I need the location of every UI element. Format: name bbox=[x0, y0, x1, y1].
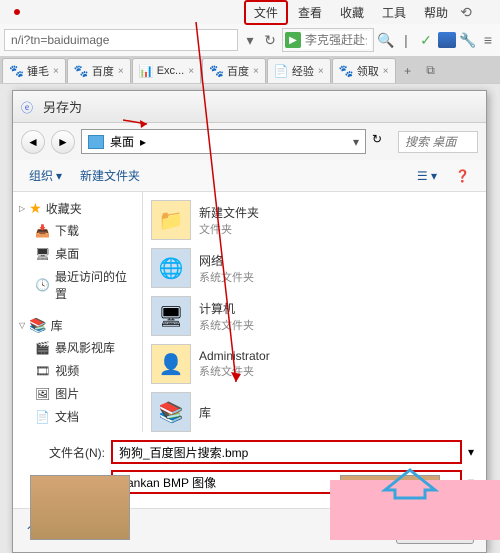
close-icon[interactable]: × bbox=[253, 66, 259, 77]
close-icon[interactable]: × bbox=[118, 66, 124, 77]
desktop-icon: 🖥 bbox=[35, 247, 50, 261]
menu-file[interactable]: 文件 bbox=[244, 0, 288, 25]
picture-icon: 🖼 bbox=[35, 387, 50, 401]
tab-add[interactable]: + bbox=[397, 58, 419, 83]
dropdown-icon[interactable]: ▾ bbox=[242, 32, 258, 48]
dialog-title: 另存为 bbox=[43, 97, 82, 116]
close-icon[interactable]: × bbox=[188, 66, 194, 77]
menu-favorites[interactable]: 收藏 bbox=[332, 2, 372, 23]
recent-icon: 🕓 bbox=[35, 278, 50, 292]
magnify-icon[interactable]: 🔍 bbox=[378, 32, 394, 48]
tab-list[interactable]: ⧉ bbox=[420, 58, 442, 83]
location-dropdown[interactable]: 桌面 ▸ ▾ bbox=[81, 129, 366, 154]
tab-5[interactable]: 🐾领取× bbox=[332, 58, 396, 83]
record-dot bbox=[14, 9, 20, 15]
desktop-item[interactable]: 🖥桌面 bbox=[17, 242, 138, 265]
music-item[interactable]: 🎵音乐 bbox=[17, 428, 138, 432]
thumbnail-1 bbox=[30, 475, 130, 540]
search-box[interactable]: ▶ bbox=[282, 28, 374, 52]
filename-label: 文件名(N): bbox=[25, 444, 105, 461]
file-newfolder[interactable]: 📁新建文件夹文件夹 bbox=[149, 198, 480, 242]
recent-item[interactable]: 🕓最近访问的位置 bbox=[17, 265, 138, 305]
file-network[interactable]: 🌐网络系统文件夹 bbox=[149, 246, 480, 290]
film-icon: 🎞 bbox=[35, 364, 50, 378]
library-group[interactable]: ▽📚库 bbox=[17, 315, 138, 336]
tab-1[interactable]: 🐾百度× bbox=[67, 58, 131, 83]
paw-icon: 🐾 bbox=[339, 64, 353, 78]
videos-item[interactable]: 🎬暴风影视库 bbox=[17, 336, 138, 359]
refresh-icon[interactable]: ↻ bbox=[262, 32, 278, 48]
file-library[interactable]: 📚库 bbox=[149, 390, 480, 434]
close-icon[interactable]: × bbox=[53, 66, 59, 77]
translate-icon[interactable] bbox=[438, 32, 456, 48]
shield-icon[interactable]: ✓ bbox=[418, 32, 434, 48]
folder-tree: ▷★收藏夹 📥下载 🖥桌面 🕓最近访问的位置 ▽📚库 🎬暴风影视库 🎞视频 🖼图… bbox=[13, 192, 143, 432]
file-computer[interactable]: 🖥计算机系统文件夹 bbox=[149, 294, 480, 338]
excel-icon: 📊 bbox=[139, 64, 153, 78]
file-list: 📁新建文件夹文件夹 🌐网络系统文件夹 🖥计算机系统文件夹 👤Administra… bbox=[143, 192, 486, 432]
refresh-button[interactable]: ↻ bbox=[372, 132, 392, 152]
documents-item[interactable]: 📄文档 bbox=[17, 405, 138, 428]
tools-icon[interactable]: 🔧 bbox=[460, 32, 476, 48]
close-icon[interactable]: × bbox=[383, 66, 389, 77]
pictures-item[interactable]: 🖼图片 bbox=[17, 382, 138, 405]
folder-search-input[interactable] bbox=[398, 131, 478, 153]
logo-corner bbox=[380, 460, 440, 500]
sep-icon: | bbox=[398, 32, 414, 48]
page-icon: 📄 bbox=[274, 64, 288, 78]
menu-tools[interactable]: 工具 bbox=[374, 2, 414, 23]
video2-item[interactable]: 🎞视频 bbox=[17, 359, 138, 382]
close-icon[interactable]: × bbox=[318, 66, 324, 77]
ie-icon: ⓔ bbox=[21, 99, 37, 115]
tab-4[interactable]: 📄经验× bbox=[267, 58, 331, 83]
view-button[interactable]: ☰ ▾ bbox=[409, 166, 445, 186]
sync-icon[interactable]: ⟲ bbox=[458, 4, 474, 20]
forward-button[interactable]: ► bbox=[51, 130, 75, 154]
tab-0[interactable]: 🐾锤毛× bbox=[2, 58, 66, 83]
tab-2[interactable]: 📊Exc...× bbox=[132, 58, 201, 83]
library-icon: 📚 bbox=[29, 317, 46, 334]
paw-icon: 🐾 bbox=[74, 64, 88, 78]
menu-view[interactable]: 查看 bbox=[290, 2, 330, 23]
tab-3[interactable]: 🐾百度× bbox=[202, 58, 266, 83]
doc-icon: 📄 bbox=[35, 410, 50, 424]
file-admin[interactable]: 👤Administrator系统文件夹 bbox=[149, 342, 480, 386]
back-button[interactable]: ◄ bbox=[21, 130, 45, 154]
paw-icon: 🐾 bbox=[209, 64, 223, 78]
video-icon: 🎬 bbox=[35, 341, 50, 355]
help-button[interactable]: ❓ bbox=[447, 166, 478, 186]
chevron-down-icon[interactable]: ▾ bbox=[353, 135, 359, 149]
url-input[interactable] bbox=[4, 29, 238, 51]
paw-icon: 🐾 bbox=[9, 64, 23, 78]
star-icon: ★ bbox=[29, 200, 42, 217]
downloads-item[interactable]: 📥下载 bbox=[17, 219, 138, 242]
search-input[interactable] bbox=[301, 31, 371, 49]
menu-help[interactable]: 帮助 bbox=[416, 2, 456, 23]
download-icon: 📥 bbox=[35, 224, 50, 238]
organize-button[interactable]: 组织 ▾ bbox=[21, 164, 70, 187]
more-icon[interactable]: ≡ bbox=[480, 32, 496, 48]
new-folder-button[interactable]: 新建文件夹 bbox=[72, 164, 148, 187]
desktop-icon bbox=[88, 135, 104, 149]
chevron-down-icon[interactable]: ▾ bbox=[468, 445, 474, 459]
favorites-group[interactable]: ▷★收藏夹 bbox=[17, 198, 138, 219]
search-icon: ▶ bbox=[285, 32, 301, 48]
